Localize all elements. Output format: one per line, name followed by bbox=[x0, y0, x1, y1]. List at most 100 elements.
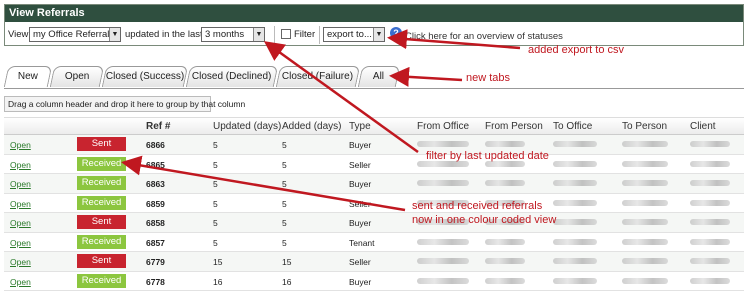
filter-label: Filter bbox=[294, 29, 316, 40]
redacted-cell bbox=[690, 160, 730, 167]
open-link[interactable]: Open bbox=[10, 179, 31, 189]
ref-cell: 6866 bbox=[146, 140, 165, 150]
redacted-cell bbox=[553, 141, 597, 147]
updated-cell: 16 bbox=[213, 276, 223, 287]
column-header-type[interactable]: Type bbox=[349, 121, 371, 132]
divider bbox=[319, 26, 320, 44]
redacted-cell bbox=[622, 160, 668, 167]
redacted-cell bbox=[553, 160, 597, 167]
divider bbox=[274, 26, 275, 44]
column-header-to-person[interactable]: To Person bbox=[622, 121, 667, 132]
added-cell: 5 bbox=[282, 179, 287, 189]
status-badge-sent: Sent bbox=[77, 137, 126, 151]
redacted-cell bbox=[485, 258, 525, 264]
redacted-cell bbox=[553, 219, 597, 225]
status-badge-sent: Sent bbox=[77, 254, 126, 268]
open-link[interactable]: Open bbox=[10, 218, 31, 228]
table-row[interactable]: Open Received 6859 5 5 Seller bbox=[4, 194, 744, 213]
redacted-cell bbox=[622, 277, 668, 284]
tab-new[interactable]: New bbox=[3, 66, 53, 87]
column-header-ref[interactable]: Ref # bbox=[146, 121, 170, 132]
redacted-cell bbox=[417, 238, 469, 245]
grid-body: Open Sent 6866 5 5 Buyer Open Received 6865 5 5 Sel… bbox=[4, 135, 744, 291]
redacted-cell bbox=[553, 277, 597, 284]
redacted-cell bbox=[622, 180, 668, 186]
annotation-sent-received: sent and received referrals bbox=[412, 200, 543, 212]
redacted-cell bbox=[622, 258, 668, 264]
annotation-export: added export to csv bbox=[528, 44, 625, 56]
tab-closed-success[interactable]: Closed (Success) bbox=[101, 66, 189, 87]
updated-cell: 5 bbox=[213, 140, 218, 150]
updated-cell: 5 bbox=[213, 218, 218, 228]
annotation-colour-view: now in one colour coded view bbox=[412, 214, 557, 226]
updated-cell: 5 bbox=[213, 179, 218, 189]
type-cell: Tenant bbox=[349, 237, 375, 248]
redacted-cell bbox=[417, 258, 469, 264]
view-label: View bbox=[8, 29, 29, 40]
tab-closed-failure[interactable]: Closed (Failure) bbox=[275, 66, 361, 87]
open-link[interactable]: Open bbox=[10, 140, 31, 150]
redacted-cell bbox=[690, 277, 730, 284]
updated-cell: 5 bbox=[213, 159, 218, 170]
column-header-to-office[interactable]: To Office bbox=[553, 121, 592, 132]
type-cell: Buyer bbox=[349, 276, 372, 287]
open-link[interactable]: Open bbox=[10, 257, 31, 267]
column-header-from-office[interactable]: From Office bbox=[417, 121, 469, 132]
added-cell: 5 bbox=[282, 159, 287, 170]
table-row[interactable]: Open Received 6857 5 5 Tenant bbox=[4, 233, 744, 252]
tab-closed-declined[interactable]: Closed (Declined) bbox=[185, 66, 279, 87]
annotation-filter: filter by last updated date bbox=[426, 150, 549, 162]
open-link[interactable]: Open bbox=[10, 199, 31, 209]
tab-divider bbox=[4, 88, 744, 89]
chevron-down-icon: ▼ bbox=[373, 28, 384, 41]
status-badge-received: Received bbox=[77, 176, 126, 190]
ref-cell: 6859 bbox=[146, 198, 165, 209]
referrals-grid: Ref # Updated (days) Added (days) Type F… bbox=[4, 117, 744, 291]
column-header-from-person[interactable]: From Person bbox=[485, 121, 543, 132]
added-cell: 5 bbox=[282, 218, 287, 228]
column-header-updated[interactable]: Updated (days) bbox=[213, 121, 281, 132]
period-select-value: 3 months bbox=[205, 29, 245, 40]
open-link[interactable]: Open bbox=[10, 277, 31, 287]
updated-label: updated in the last bbox=[125, 29, 203, 40]
redacted-cell bbox=[690, 199, 730, 206]
table-row[interactable]: Open Sent 6858 5 5 Buyer bbox=[4, 213, 744, 233]
redacted-cell bbox=[622, 219, 668, 225]
ref-cell: 6865 bbox=[146, 159, 165, 170]
tab-open[interactable]: Open bbox=[49, 66, 105, 87]
added-cell: 15 bbox=[282, 257, 292, 267]
updated-cell: 5 bbox=[213, 198, 218, 209]
view-select[interactable]: my Office Referrals ▼ bbox=[29, 27, 121, 42]
type-cell: Seller bbox=[349, 198, 371, 209]
export-select[interactable]: export to... ▼ bbox=[323, 27, 385, 42]
table-row[interactable]: Open Received 6863 5 5 Buyer bbox=[4, 174, 744, 194]
column-header-client[interactable]: Client bbox=[690, 121, 716, 132]
updated-cell: 5 bbox=[213, 237, 218, 248]
open-link[interactable]: Open bbox=[10, 160, 31, 170]
table-row[interactable]: Open Sent 6779 15 15 Seller bbox=[4, 252, 744, 272]
filter-checkbox[interactable] bbox=[281, 29, 291, 39]
table-row[interactable]: Open Sent 6866 5 5 Buyer bbox=[4, 135, 744, 155]
added-cell: 5 bbox=[282, 198, 287, 209]
redacted-cell bbox=[690, 238, 730, 245]
group-by-drop-zone[interactable]: Drag a column header and drop it here to… bbox=[4, 96, 245, 112]
column-header-added[interactable]: Added (days) bbox=[282, 121, 341, 132]
tab-all[interactable]: All bbox=[357, 66, 401, 87]
redacted-cell bbox=[485, 180, 525, 186]
open-link[interactable]: Open bbox=[10, 238, 31, 248]
added-cell: 5 bbox=[282, 237, 287, 248]
redacted-cell bbox=[690, 219, 730, 225]
status-badge-received: Received bbox=[77, 195, 126, 210]
redacted-cell bbox=[553, 180, 597, 186]
chevron-down-icon: ▼ bbox=[109, 28, 120, 41]
table-row[interactable]: Open Received 6778 16 16 Buyer bbox=[4, 272, 744, 291]
period-select[interactable]: 3 months ▼ bbox=[201, 27, 265, 42]
ref-cell: 6863 bbox=[146, 179, 165, 189]
help-icon[interactable]: ? bbox=[390, 27, 402, 39]
redacted-cell bbox=[622, 141, 668, 147]
redacted-cell bbox=[690, 258, 730, 264]
type-cell: Seller bbox=[349, 159, 371, 170]
status-badge-received: Received bbox=[77, 273, 126, 288]
table-row[interactable]: Open Received 6865 5 5 Seller bbox=[4, 155, 744, 174]
help-link[interactable]: Click here for an overview of statuses bbox=[405, 31, 563, 42]
